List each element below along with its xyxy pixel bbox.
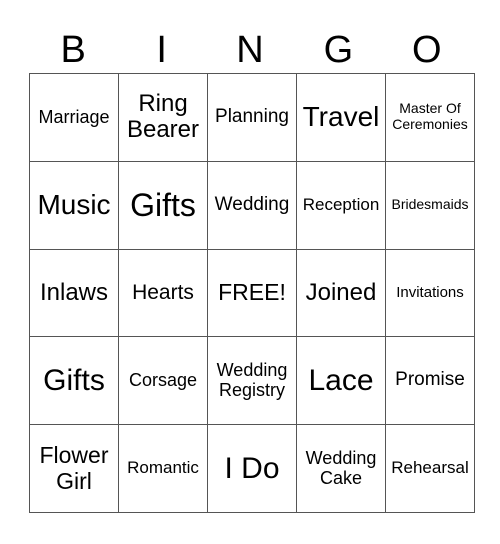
header-letter-b: B: [60, 29, 86, 71]
bingo-cell[interactable]: Hearts: [118, 248, 208, 338]
cell-text: Planning: [215, 105, 289, 127]
bingo-cell[interactable]: Music: [29, 160, 119, 250]
cell-text: Travel: [302, 101, 380, 132]
bingo-cell[interactable]: Marriage: [29, 73, 119, 162]
cell-text: Rehearsal: [391, 458, 469, 478]
cell-text: Joined: [305, 278, 377, 306]
bingo-header: B I N G O: [29, 28, 471, 72]
bingo-cell[interactable]: Master Of Ceremonies: [385, 73, 475, 162]
cell-text: Flower Girl: [39, 442, 109, 494]
bingo-cell[interactable]: Romantic: [118, 424, 208, 513]
bingo-cell[interactable]: Lace: [296, 336, 386, 426]
bingo-cell[interactable]: Bridesmaids: [385, 160, 475, 250]
grid-row: Gifts Corsage Wedding Registry Lace Prom…: [29, 336, 475, 426]
cell-text: Music: [37, 188, 111, 220]
cell-text: Lace: [308, 364, 374, 398]
cell-text: Gifts: [43, 364, 105, 398]
bingo-cell[interactable]: Planning: [207, 73, 297, 162]
cell-text: Romantic: [127, 458, 199, 478]
cell-text: Master Of Ceremonies: [392, 100, 468, 132]
cell-text: Hearts: [132, 281, 194, 305]
bingo-cell[interactable]: Wedding: [207, 160, 297, 250]
bingo-grid: Marriage Ring Bearer Planning Travel Mas…: [29, 73, 475, 513]
bingo-cell[interactable]: Rehearsal: [385, 424, 475, 513]
header-letter-o: O: [412, 29, 442, 71]
cell-text: Wedding Cake: [305, 447, 377, 488]
cell-text: Wedding Registry: [216, 359, 288, 400]
header-letter-g: G: [323, 29, 354, 71]
cell-text: I Do: [224, 452, 280, 486]
bingo-cell[interactable]: Ring Bearer: [118, 73, 208, 162]
cell-text: Promise: [395, 369, 465, 391]
cell-text: Invitations: [396, 284, 464, 302]
cell-text: Gifts: [130, 186, 196, 223]
bingo-cell[interactable]: Promise: [385, 336, 475, 426]
bingo-cell[interactable]: Gifts: [29, 336, 119, 426]
cell-text: Corsage: [128, 369, 198, 390]
bingo-cell[interactable]: Invitations: [385, 248, 475, 338]
header-letter-n: N: [236, 29, 264, 71]
bingo-cell[interactable]: Joined: [296, 248, 386, 338]
grid-row: Marriage Ring Bearer Planning Travel Mas…: [29, 73, 475, 162]
cell-text: Reception: [302, 194, 380, 214]
cell-text: Ring Bearer: [126, 90, 200, 144]
header-letter-i: I: [156, 29, 167, 71]
grid-row: Music Gifts Wedding Reception Bridesmaid…: [29, 160, 475, 250]
bingo-cell[interactable]: Travel: [296, 73, 386, 162]
bingo-cell[interactable]: I Do: [207, 424, 297, 513]
bingo-cell[interactable]: Flower Girl: [29, 424, 119, 513]
bingo-cell[interactable]: Reception: [296, 160, 386, 250]
bingo-cell[interactable]: Corsage: [118, 336, 208, 426]
bingo-cell[interactable]: Wedding Cake: [296, 424, 386, 513]
cell-text: Inlaws: [39, 278, 109, 306]
bingo-cell[interactable]: Gifts: [118, 160, 208, 250]
cell-text: FREE!: [218, 279, 286, 306]
bingo-cell[interactable]: Inlaws: [29, 248, 119, 338]
cell-text: Wedding: [214, 193, 290, 215]
grid-row: Inlaws Hearts FREE! Joined Invitations: [29, 248, 475, 338]
cell-text: Bridesmaids: [391, 196, 469, 213]
bingo-cell[interactable]: Wedding Registry: [207, 336, 297, 426]
free-space-cell[interactable]: FREE!: [207, 248, 297, 338]
grid-row: Flower Girl Romantic I Do Wedding Cake R…: [29, 424, 475, 513]
cell-text: Marriage: [38, 106, 110, 127]
